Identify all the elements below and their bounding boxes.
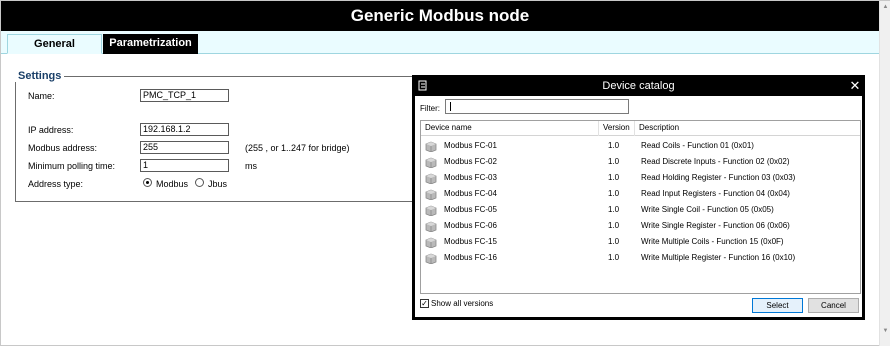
device-name-cell: Modbus FC-06 bbox=[444, 221, 497, 230]
device-name-cell: Modbus FC-15 bbox=[444, 237, 497, 246]
device-description-cell: Write Single Register - Function 06 (0x0… bbox=[641, 221, 790, 230]
dialog-title: Device catalog bbox=[602, 80, 675, 92]
main-window: Generic Modbus node General Parametrizat… bbox=[0, 0, 890, 346]
modbus-address-label: Modbus address: bbox=[28, 143, 98, 153]
close-icon[interactable]: ✕ bbox=[848, 78, 862, 94]
device-catalog-dialog: Device catalog ✕ Filter: Device name Ver… bbox=[412, 75, 865, 320]
radio-jbus[interactable] bbox=[195, 178, 204, 187]
table-row[interactable]: Modbus FC-04 1.0 Read Input Registers - Fu… bbox=[421, 186, 860, 202]
name-field[interactable]: PMC_TCP_1 bbox=[140, 89, 229, 102]
tab-parametrization[interactable]: Parametrization bbox=[103, 34, 198, 54]
device-module-icon bbox=[425, 205, 437, 217]
cancel-button[interactable]: Cancel bbox=[808, 298, 859, 313]
modbus-address-hint: (255 , or 1..247 for bridge) bbox=[245, 143, 350, 153]
modbus-address-field[interactable]: 255 bbox=[140, 141, 229, 154]
device-description-cell: Read Input Registers - Function 04 (0x04… bbox=[641, 189, 790, 198]
table-row[interactable]: Modbus FC-01 1.0 Read Coils - Function 01 … bbox=[421, 138, 860, 154]
device-version-cell: 1.0 bbox=[608, 237, 620, 246]
device-version-cell: 1.0 bbox=[608, 141, 620, 150]
table-row[interactable]: Modbus FC-06 1.0 Write Single Register - F… bbox=[421, 218, 860, 234]
device-module-icon bbox=[425, 157, 437, 169]
polling-time-label: Minimum polling time: bbox=[28, 161, 116, 171]
show-all-versions-label: Show all versions bbox=[431, 299, 494, 308]
ip-address-field[interactable]: 192.168.1.2 bbox=[140, 123, 229, 136]
device-version-cell: 1.0 bbox=[608, 189, 620, 198]
device-list: Device name Version Description Modbus F… bbox=[420, 120, 861, 294]
vertical-scrollbar[interactable]: ▲ ▼ bbox=[879, 1, 890, 346]
column-device-name[interactable]: Device name bbox=[421, 121, 599, 136]
scroll-down-icon[interactable]: ▼ bbox=[881, 326, 890, 336]
address-type-label: Address type: bbox=[28, 179, 84, 189]
table-row[interactable]: Modbus FC-05 1.0 Write Single Coil - Funct… bbox=[421, 202, 860, 218]
device-version-cell: 1.0 bbox=[608, 253, 620, 262]
device-module-icon bbox=[425, 141, 437, 153]
filter-input[interactable] bbox=[445, 99, 629, 114]
name-label: Name: bbox=[28, 91, 55, 101]
column-description[interactable]: Description bbox=[635, 121, 860, 136]
dialog-body: Filter: Device name Version Description … bbox=[415, 96, 862, 317]
device-description-cell: Read Holding Register - Function 03 (0x0… bbox=[641, 173, 796, 182]
select-button[interactable]: Select bbox=[752, 298, 803, 313]
device-module-icon bbox=[425, 221, 437, 233]
device-version-cell: 1.0 bbox=[608, 221, 620, 230]
settings-legend: Settings bbox=[15, 70, 65, 82]
table-row[interactable]: Modbus FC-02 1.0 Read Discrete Inputs - Fu… bbox=[421, 154, 860, 170]
device-description-cell: Read Coils - Function 01 (0x01) bbox=[641, 141, 754, 150]
device-module-icon bbox=[425, 189, 437, 201]
list-header: Device name Version Description bbox=[421, 121, 860, 136]
filter-label: Filter: bbox=[420, 104, 440, 113]
device-version-cell: 1.0 bbox=[608, 173, 620, 182]
tab-strip: General Parametrization bbox=[1, 31, 879, 54]
show-all-versions-checkbox[interactable]: ✓ bbox=[420, 299, 429, 308]
device-name-cell: Modbus FC-16 bbox=[444, 253, 497, 262]
device-version-cell: 1.0 bbox=[608, 205, 620, 214]
table-row[interactable]: Modbus FC-16 1.0 Write Multiple Register -… bbox=[421, 250, 860, 266]
polling-time-unit: ms bbox=[245, 161, 257, 171]
device-module-icon bbox=[425, 173, 437, 185]
device-module-icon bbox=[425, 253, 437, 265]
column-version[interactable]: Version bbox=[599, 121, 635, 136]
scroll-up-icon[interactable]: ▲ bbox=[881, 2, 890, 12]
radio-jbus-label: Jbus bbox=[208, 179, 228, 189]
device-description-cell: Write Multiple Coils - Function 15 (0x0F… bbox=[641, 237, 784, 246]
radio-modbus-label: Modbus bbox=[156, 179, 189, 189]
table-row[interactable]: Modbus FC-03 1.0 Read Holding Register - F… bbox=[421, 170, 860, 186]
tab-general[interactable]: General bbox=[7, 34, 102, 54]
device-name-cell: Modbus FC-01 bbox=[444, 141, 497, 150]
ip-address-label: IP address: bbox=[28, 125, 74, 135]
polling-time-field[interactable]: 1 bbox=[140, 159, 229, 172]
device-name-cell: Modbus FC-05 bbox=[444, 205, 497, 214]
device-module-icon bbox=[425, 237, 437, 249]
device-description-cell: Read Discrete Inputs - Function 02 (0x02… bbox=[641, 157, 790, 166]
device-name-cell: Modbus FC-03 bbox=[444, 173, 497, 182]
radio-modbus[interactable] bbox=[143, 178, 152, 187]
device-description-cell: Write Multiple Register - Function 16 (0… bbox=[641, 253, 796, 262]
text-caret bbox=[450, 102, 451, 111]
table-row[interactable]: Modbus FC-15 1.0 Write Multiple Coils - Fu… bbox=[421, 234, 860, 250]
device-description-cell: Write Single Coil - Function 05 (0x05) bbox=[641, 205, 774, 214]
device-name-cell: Modbus FC-04 bbox=[444, 189, 497, 198]
window-title: Generic Modbus node bbox=[1, 1, 879, 31]
device-version-cell: 1.0 bbox=[608, 157, 620, 166]
device-name-cell: Modbus FC-02 bbox=[444, 157, 497, 166]
